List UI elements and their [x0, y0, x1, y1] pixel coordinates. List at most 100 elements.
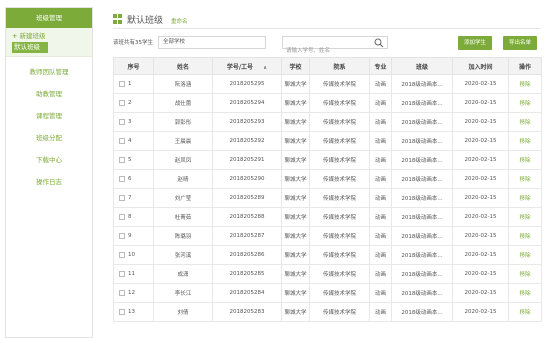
- cell-action: 移除: [508, 188, 542, 208]
- col-header-school: 学校: [281, 57, 310, 75]
- cell-name: 刘广莹: [153, 188, 213, 208]
- row-checkbox[interactable]: [119, 289, 125, 296]
- cell-dept: 传媒技术学院: [309, 112, 370, 132]
- row-number: 3: [128, 118, 132, 125]
- cell-join-date: 2020-02-15: [452, 226, 509, 246]
- toolbar: 该班共有35学生 全部学校 添加学生 导出名单: [113, 36, 541, 57]
- remove-button[interactable]: 移除: [519, 101, 530, 107]
- col-header-major: 专业: [369, 57, 392, 75]
- student-table: 序号 姓名 学号/工号 ∧ 学校 院系 专业 班级 加入时间 操作 1 阮洛涵 201…: [113, 57, 542, 322]
- cell-no: 12: [113, 283, 154, 303]
- cell-name: 阮洛涵: [153, 74, 213, 94]
- cell-school: 聊城大学: [281, 131, 310, 151]
- cell-join-date: 2020-02-15: [452, 245, 509, 265]
- remove-button[interactable]: 移除: [519, 139, 530, 145]
- cell-major: 动画: [369, 74, 392, 94]
- search-input[interactable]: [283, 45, 375, 57]
- cell-class: 2018级动画本...: [391, 207, 453, 227]
- cell-student-id: 2018205294: [212, 93, 282, 113]
- remove-button[interactable]: 移除: [519, 234, 530, 240]
- remove-button[interactable]: 移除: [519, 82, 530, 88]
- cell-major: 动画: [369, 131, 392, 151]
- main-content: 默认班级 重命名 该班共有35学生 全部学校 添加学生 导出名单: [113, 0, 553, 338]
- cell-no: 11: [113, 264, 154, 284]
- col-header-id[interactable]: 学号/工号 ∧: [212, 57, 282, 75]
- grid-icon: [113, 14, 123, 24]
- new-class-link[interactable]: + 新建班级: [6, 30, 92, 42]
- cell-no: 8: [113, 207, 154, 227]
- sidebar-title[interactable]: 班级管理: [6, 8, 92, 28]
- sidebar-item-assistant[interactable]: 助教管理: [6, 83, 92, 105]
- cell-student-id: 2018205291: [212, 150, 282, 170]
- cell-dept: 传媒技术学院: [309, 302, 370, 322]
- row-checkbox[interactable]: [119, 308, 125, 315]
- cell-student-id: 2018205283: [212, 302, 282, 322]
- row-checkbox[interactable]: [119, 194, 125, 201]
- remove-button[interactable]: 移除: [519, 196, 530, 202]
- col-header-action: 操作: [508, 57, 542, 75]
- remove-button[interactable]: 移除: [519, 158, 530, 164]
- remove-button[interactable]: 移除: [519, 310, 530, 316]
- row-checkbox[interactable]: [119, 80, 125, 87]
- row-checkbox[interactable]: [119, 232, 125, 239]
- table-row: 7 刘广莹 2018205289 聊城大学 传媒技术学院 动画 2018级动画本... 202…: [113, 188, 542, 208]
- cell-dept: 传媒技术学院: [309, 226, 370, 246]
- search-icon[interactable]: [374, 38, 384, 48]
- col-header-id-label: 学号/工号: [226, 63, 254, 71]
- col-header-name: 姓名: [153, 57, 213, 75]
- table-row: 3 郭彭彤 2018205293 聊城大学 传媒技术学院 动画 2018级动画本... 202…: [113, 112, 542, 132]
- remove-button[interactable]: 移除: [519, 253, 530, 259]
- cell-class: 2018级动画本...: [391, 226, 453, 246]
- row-number: 8: [128, 213, 132, 220]
- cell-no: 5: [113, 150, 154, 170]
- cell-action: 移除: [508, 169, 542, 189]
- table-row: 5 赵凤凤 2018205291 聊城大学 传媒技术学院 动画 2018级动画本... 202…: [113, 150, 542, 170]
- rename-link[interactable]: 重命名: [171, 17, 188, 25]
- row-checkbox[interactable]: [119, 175, 125, 182]
- cell-join-date: 2020-02-15: [452, 302, 509, 322]
- row-checkbox[interactable]: [119, 213, 125, 220]
- remove-button[interactable]: 移除: [519, 177, 530, 183]
- sidebar-item-download[interactable]: 下载中心: [6, 149, 92, 171]
- cell-student-id: 2018205287: [212, 226, 282, 246]
- remove-button[interactable]: 移除: [519, 291, 530, 297]
- cell-name: 战仕蕾: [153, 93, 213, 113]
- row-checkbox[interactable]: [119, 99, 125, 106]
- cell-school: 聊城大学: [281, 264, 310, 284]
- cell-class: 2018级动画本...: [391, 93, 453, 113]
- row-checkbox[interactable]: [119, 270, 125, 277]
- page-title: 默认班级: [127, 15, 164, 26]
- cell-no: 2: [113, 93, 154, 113]
- row-checkbox[interactable]: [119, 137, 125, 144]
- cell-action: 移除: [508, 131, 542, 151]
- row-checkbox[interactable]: [119, 118, 125, 125]
- cell-major: 动画: [369, 169, 392, 189]
- cell-action: 移除: [508, 245, 542, 265]
- row-checkbox[interactable]: [119, 156, 125, 163]
- cell-join-date: 2020-02-15: [452, 93, 509, 113]
- row-checkbox[interactable]: [119, 251, 125, 258]
- cell-join-date: 2020-02-15: [452, 74, 509, 94]
- add-student-button[interactable]: 添加学生: [458, 36, 492, 50]
- sidebar-item-default-class[interactable]: 默认班级: [12, 42, 48, 53]
- export-list-button[interactable]: 导出名单: [503, 36, 537, 50]
- school-select[interactable]: 全部学校: [158, 36, 266, 49]
- sidebar-item-log[interactable]: 操作日志: [6, 171, 92, 193]
- remove-button[interactable]: 移除: [519, 120, 530, 126]
- remove-button[interactable]: 移除: [519, 215, 530, 221]
- table-row: 2 战仕蕾 2018205294 聊城大学 传媒技术学院 动画 2018级动画本... 202…: [113, 93, 542, 113]
- cell-school: 聊城大学: [281, 93, 310, 113]
- sidebar-item-course[interactable]: 课程管理: [6, 105, 92, 127]
- cell-major: 动画: [369, 264, 392, 284]
- cell-student-id: 2018205292: [212, 131, 282, 151]
- col-header-join-date: 加入时间: [452, 57, 509, 75]
- table-row: 13 刘倩 2018205283 聊城大学 传媒技术学院 动画 2018级动画本... 202…: [113, 302, 542, 322]
- cell-class: 2018级动画本...: [391, 74, 453, 94]
- sidebar-item-teacher-team[interactable]: 教师团队管理: [6, 61, 92, 83]
- cell-student-id: 2018205295: [212, 74, 282, 94]
- remove-button[interactable]: 移除: [519, 272, 530, 278]
- cell-name: 杜菁茹: [153, 207, 213, 227]
- sort-asc-icon[interactable]: ∧: [263, 65, 267, 71]
- cell-name: 刘倩: [153, 302, 213, 322]
- sidebar-item-class-assign[interactable]: 班级分配: [6, 127, 92, 149]
